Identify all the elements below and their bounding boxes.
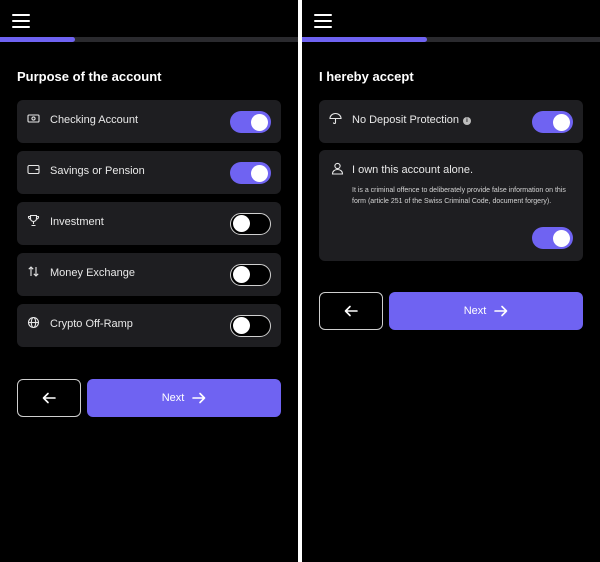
page-title: Purpose of the account [17,69,162,84]
money-exchange-toggle[interactable] [230,264,271,286]
wallet-icon [27,163,40,176]
sole-owner-card[interactable]: I own this account alone. It is a crimin… [319,150,583,261]
owner-description: It is a criminal offence to deliberately… [352,187,566,205]
arrow-left-icon [42,392,56,404]
arrow-left-icon [344,305,358,317]
trophy-icon [27,214,40,227]
option-crypto-off-ramp[interactable]: Crypto Off-Ramp [17,304,281,347]
hamburger-menu-icon[interactable] [314,14,332,28]
progress-fill [0,37,75,42]
checking-account-toggle[interactable] [230,111,271,133]
next-button[interactable]: Next [389,292,583,330]
umbrella-icon [329,112,342,125]
account-purpose-screen: Purpose of the account Checking Account … [0,0,298,562]
exchange-arrows-icon [27,265,40,278]
page-title: I hereby accept [319,69,414,84]
option-money-exchange[interactable]: Money Exchange [17,253,281,296]
info-icon[interactable]: i [463,117,471,125]
crypto-off-ramp-toggle[interactable] [230,315,271,337]
option-investment[interactable]: Investment [17,202,281,245]
savings-pension-toggle[interactable] [230,162,271,184]
option-savings-pension[interactable]: Savings or Pension [17,151,281,194]
option-label: Savings or Pension [50,165,145,177]
banknote-icon [27,112,40,125]
progress-bar [302,37,600,42]
next-button[interactable]: Next [87,379,281,417]
option-label: Checking Account [50,114,139,126]
option-label: Investment [50,216,104,228]
progress-bar [0,37,298,42]
deposit-label-wrap: No Deposit Protection i [352,114,471,126]
next-button-label: Next [161,392,185,404]
progress-fill [302,37,428,42]
back-button[interactable] [319,292,383,330]
acceptance-screen: I hereby accept No Deposit Protection i I… [302,0,600,562]
user-icon [331,162,344,175]
option-checking-account[interactable]: Checking Account [17,100,281,143]
no-deposit-protection-card[interactable]: No Deposit Protection i [319,100,583,143]
back-button[interactable] [17,379,81,417]
arrow-right-icon [192,392,206,404]
no-deposit-protection-toggle[interactable] [532,111,573,133]
deposit-label: No Deposit Protection [352,114,459,126]
globe-icon [27,316,40,329]
option-label: Crypto Off-Ramp [50,318,133,330]
next-button-label: Next [463,305,487,317]
sole-owner-toggle[interactable] [532,227,573,249]
hamburger-menu-icon[interactable] [12,14,30,28]
arrow-right-icon [494,305,508,317]
investment-toggle[interactable] [230,213,271,235]
option-label: Money Exchange [50,267,135,279]
owner-title: I own this account alone. [352,164,474,176]
